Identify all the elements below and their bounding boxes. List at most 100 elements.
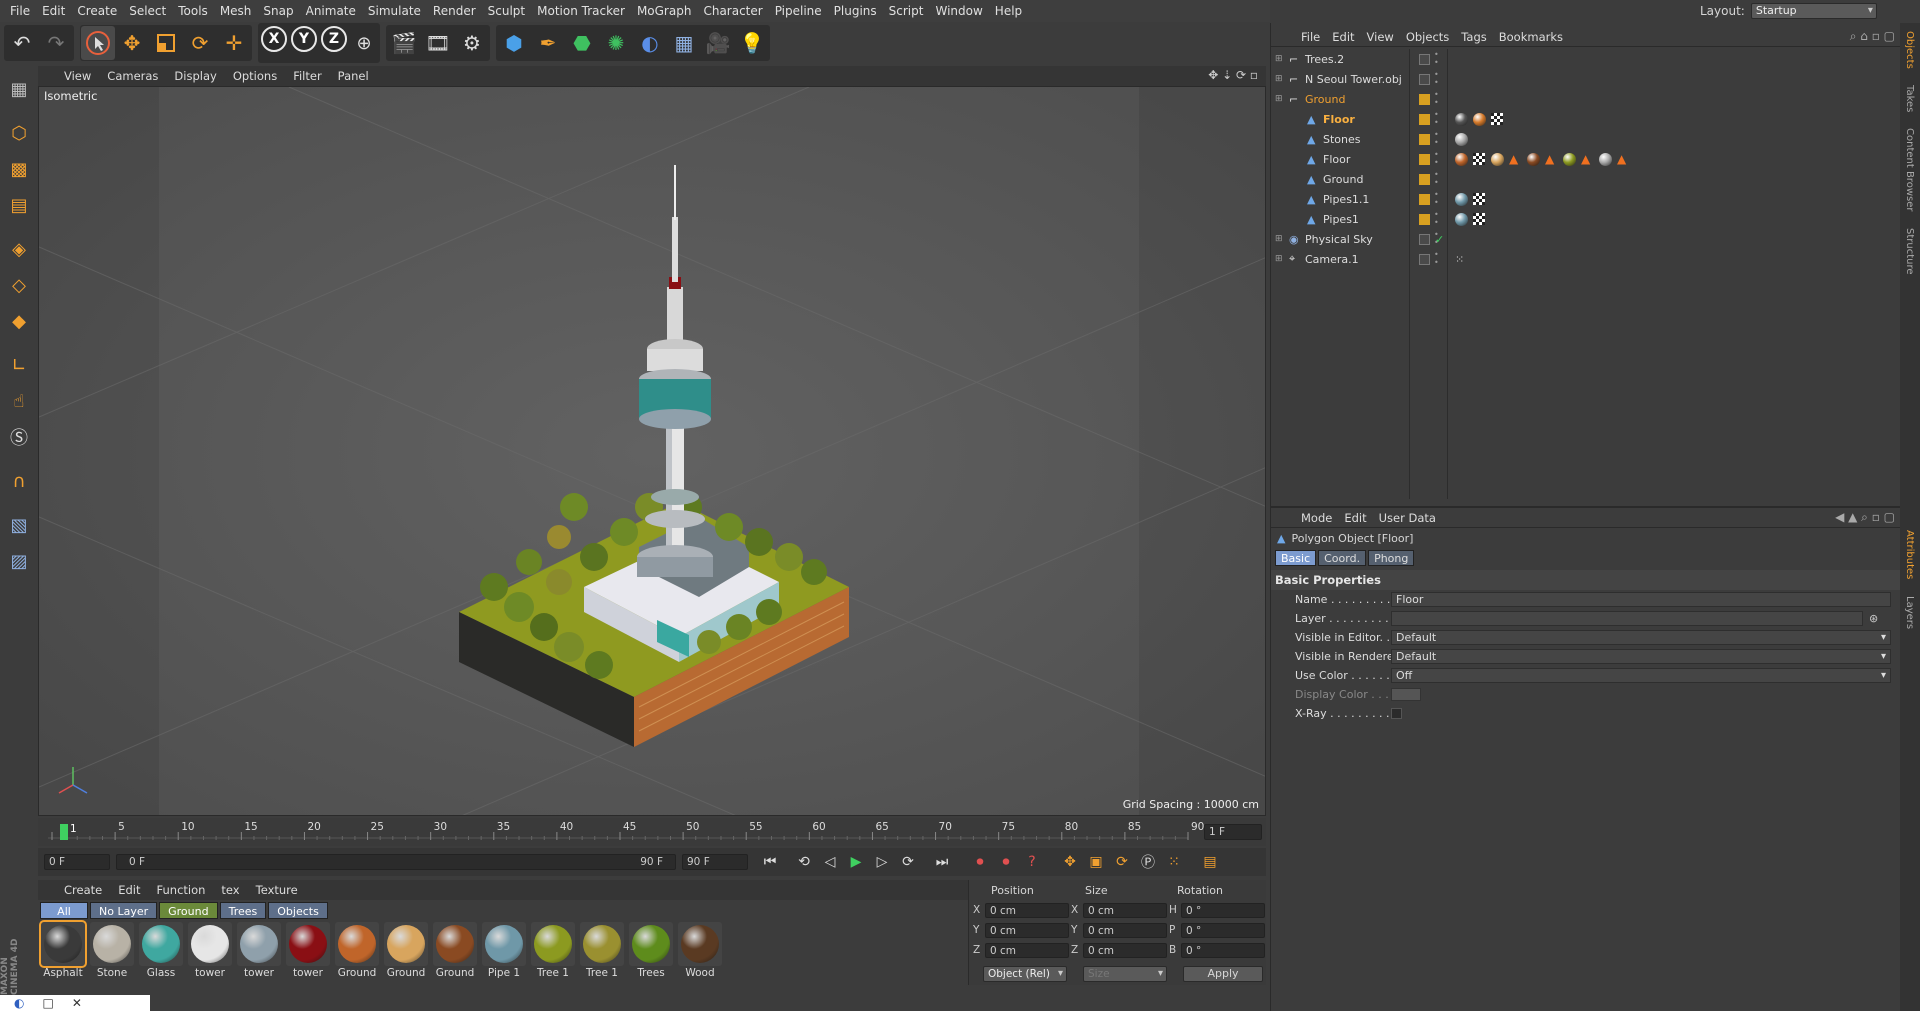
object-manager-nav-icons[interactable]: ⌕ ⌂ ▫ ▢ [1850,29,1895,44]
viewport-menu-display[interactable]: Display [166,69,224,83]
start-frame-field[interactable]: 0 F [44,854,110,870]
visibility-dots-icon[interactable]: • • [1434,51,1439,67]
end-frame-field[interactable]: 90 F [682,854,748,870]
menu-file[interactable]: File [4,0,36,22]
material-swatch[interactable]: Stone [89,922,135,984]
material-tag-icon[interactable] [1563,152,1576,166]
visibility-dots-icon[interactable]: • • [1434,251,1439,267]
object-row[interactable]: ▲ Ground • • [1271,169,1901,189]
visibility-dots-icon[interactable]: • • [1434,111,1439,127]
cube-icon[interactable]: ⬢ [497,26,531,60]
viewport-menu-view[interactable]: View [56,69,99,83]
viewport-menu-options[interactable]: Options [225,69,285,83]
layer-color-icon[interactable] [1419,53,1430,65]
material-tag-icon[interactable] [1455,212,1468,226]
object-menu-tags[interactable]: Tags [1455,30,1492,44]
layer-color-icon[interactable] [1419,253,1430,265]
z-axis-lock-icon[interactable]: Z [321,26,347,52]
workplane-icon[interactable]: ▤ [2,188,36,222]
visibility-dots-icon[interactable]: • • [1434,171,1439,187]
selection-tag-icon[interactable]: ▲ [1581,152,1590,166]
object-name[interactable]: N Seoul Tower.obj [1305,73,1402,86]
position-x-field[interactable]: 0 cm [985,902,1069,918]
record-point-level-icon[interactable]: ⁙ [1162,851,1186,873]
rotation-b-field[interactable]: 0 ° [1181,942,1265,958]
material-swatch[interactable]: Ground [432,922,478,984]
camera-tag-icon[interactable]: ⁙ [1455,253,1464,266]
menu-plugins[interactable]: Plugins [828,0,883,22]
viewport-menu-filter[interactable]: Filter [285,69,329,83]
material-swatch[interactable]: Trees [628,922,674,984]
object-row[interactable]: ⊞ ◉ Physical Sky • • ✓ [1271,229,1901,249]
object-row[interactable]: ⊞ ⌐ Trees.2 • • [1271,49,1901,69]
visibility-dots-icon[interactable]: • • [1434,191,1439,207]
deformer-icon[interactable]: ◐ [633,26,667,60]
material-swatch[interactable]: Ground [334,922,380,984]
material-tag-icon[interactable] [1455,132,1468,146]
object-name[interactable]: Stones [1323,133,1361,146]
layer-color-icon[interactable] [1419,133,1430,145]
object-name[interactable]: Camera.1 [1305,253,1359,266]
object-menu-edit[interactable]: Edit [1326,30,1360,44]
light-icon[interactable]: 💡 [735,26,769,60]
visibility-dots-icon[interactable]: • • [1434,131,1439,147]
texture-tag-icon[interactable] [1491,113,1503,125]
next-key-icon[interactable]: ⟳ [896,851,920,873]
material-tag-icon[interactable] [1491,152,1504,166]
menu-simulate[interactable]: Simulate [362,0,427,22]
undo-icon[interactable]: ↶ [5,26,39,60]
material-swatch[interactable]: tower [285,922,331,984]
menu-character[interactable]: Character [697,0,768,22]
3d-viewport[interactable]: Isometric Grid Spacing : 10000 cm [38,86,1266,816]
material-swatch[interactable]: Pipe 1 [481,922,527,984]
object-name[interactable]: Floor [1323,113,1355,126]
filter-objects[interactable]: Objects [268,902,328,919]
layer-color-icon[interactable] [1419,73,1430,85]
object-menu-file[interactable]: File [1295,30,1326,44]
use-color-dropdown[interactable]: Off [1391,668,1891,683]
selection-tag-icon[interactable]: ▲ [1509,152,1518,166]
material-menu-texture[interactable]: Texture [248,883,306,897]
material-tag-icon[interactable] [1455,152,1468,166]
render-view-icon[interactable]: 🎬 [387,26,421,60]
snap-icon[interactable]: Ⓢ [2,420,36,454]
side-tab-structure[interactable]: Structure [1900,220,1915,283]
object-row[interactable]: ▲ Stones • • [1271,129,1901,149]
object-menu-bookmarks[interactable]: Bookmarks [1493,30,1569,44]
menu-render[interactable]: Render [427,0,482,22]
material-tag-icon[interactable] [1455,112,1468,126]
move-icon[interactable]: ✥ [115,26,149,60]
maximize-icon[interactable]: □ [42,996,53,1010]
side-tab-objects[interactable]: Objects [1900,23,1915,77]
material-swatch[interactable]: Glass [138,922,184,984]
size-mode-dropdown[interactable]: Size [1083,966,1167,982]
layout-dropdown[interactable]: Startup [1750,3,1877,19]
object-name[interactable]: Floor [1323,153,1350,166]
rotate-icon[interactable]: ⟳ [183,26,217,60]
menu-motion-tracker[interactable]: Motion Tracker [531,0,631,22]
menu-mesh[interactable]: Mesh [214,0,258,22]
filter-trees[interactable]: Trees [219,902,267,919]
object-name[interactable]: Ground [1323,173,1363,186]
material-tag-icon[interactable] [1599,152,1612,166]
side-tab-content-browser[interactable]: Content Browser [1900,120,1915,219]
expand-icon[interactable]: ⊞ [1275,94,1283,104]
material-menu-function[interactable]: Function [149,883,214,897]
object-row[interactable]: ▲ Floor • • ▲ ▲ ▲ ▲ [1271,149,1901,169]
material-swatch[interactable]: Ground [383,922,429,984]
menu-tools[interactable]: Tools [172,0,214,22]
menu-create[interactable]: Create [71,0,123,22]
model-mode-icon[interactable]: ⬡ [2,116,36,150]
rotation-p-field[interactable]: 0 ° [1181,922,1265,938]
material-swatch[interactable]: Asphalt [39,920,87,984]
position-y-field[interactable]: 0 cm [985,922,1069,938]
name-field[interactable]: Floor [1391,592,1891,607]
object-row[interactable]: ⊞ ⌖ Camera.1 • • ⁙ [1271,249,1901,269]
material-menu-create[interactable]: Create [56,883,110,897]
menu-window[interactable]: Window [929,0,988,22]
camera-icon[interactable]: 🎥 [701,26,735,60]
transform-icon[interactable]: ✛ [217,26,251,60]
menu-animate[interactable]: Animate [300,0,362,22]
magnet-icon[interactable]: ∩ [2,464,36,498]
live-selection-icon[interactable] [81,26,115,60]
